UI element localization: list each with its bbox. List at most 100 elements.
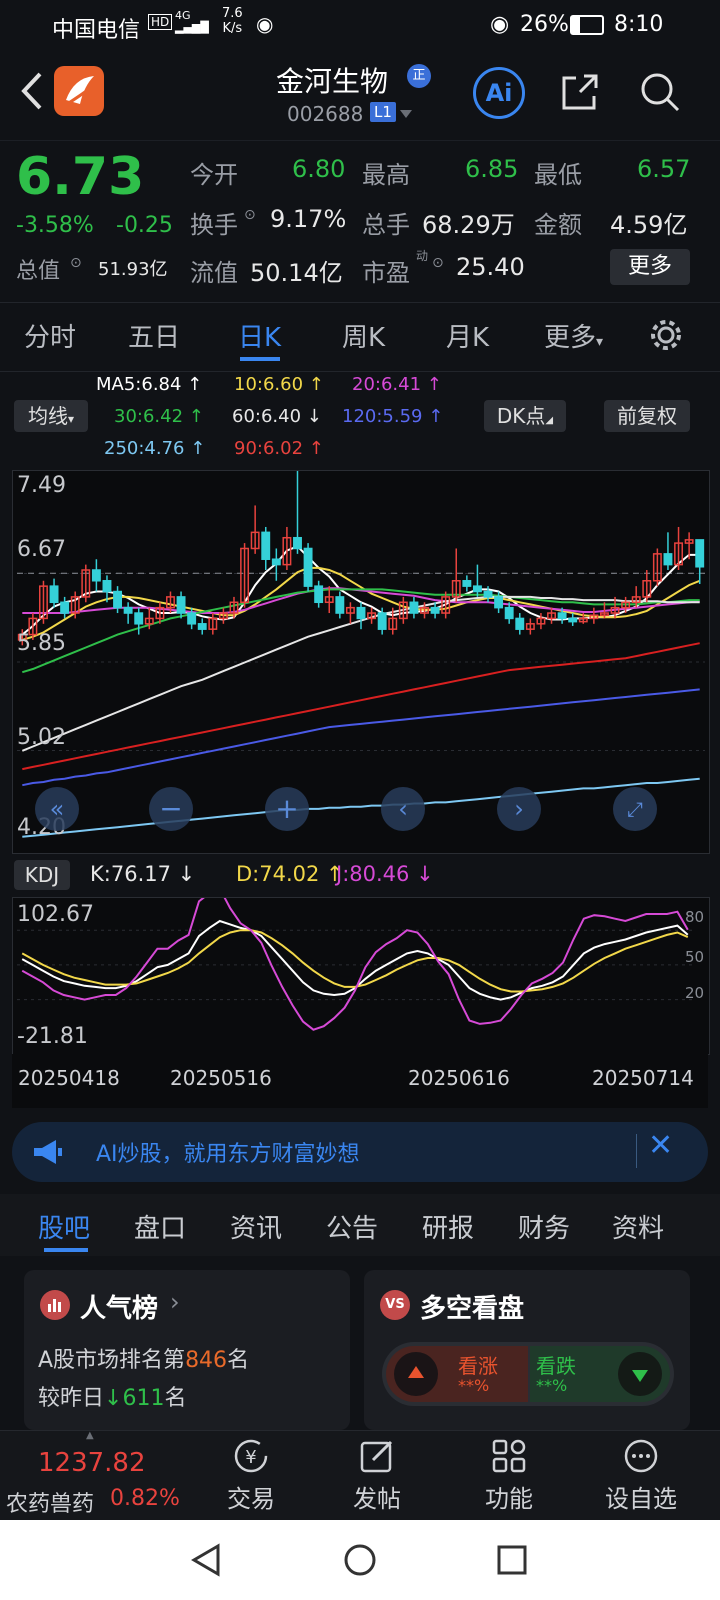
tab-finance[interactable]: 财务 xyxy=(518,1208,570,1245)
y-tick-label: 7.49 xyxy=(17,473,66,498)
candle-body xyxy=(314,585,324,604)
scroll-left-fast-icon[interactable]: « xyxy=(35,787,79,831)
rank-change-line: 较昨日↓611名 xyxy=(38,1386,187,1411)
info-icon[interactable]: ⊙ xyxy=(432,255,444,271)
sector-index-widget[interactable]: ▲ 1237.82 农药兽药 0.82% xyxy=(0,1430,190,1520)
date-tick-label: 20250616 xyxy=(408,1066,510,1090)
search-icon[interactable] xyxy=(638,70,682,114)
chevron-down-icon[interactable] xyxy=(398,108,414,120)
zoom-in-icon[interactable]: + xyxy=(265,787,309,831)
turnover-value: 9.17% xyxy=(270,205,347,233)
y-tick-label: 5.85 xyxy=(17,631,66,656)
candle-body xyxy=(483,590,493,598)
rank-change-value: 611 xyxy=(122,1386,165,1411)
candle-body xyxy=(335,596,345,614)
ai-assistant-button[interactable]: Ai xyxy=(473,67,525,119)
float-label: 流值 xyxy=(190,259,238,287)
candle-body xyxy=(113,590,123,609)
info-icon[interactable]: ⊙ xyxy=(70,255,82,271)
settings-gear-icon[interactable] xyxy=(648,317,684,353)
kdj-d-value: D:74.02 ↑ xyxy=(236,862,344,886)
tab-five-day[interactable]: 五日 xyxy=(128,317,180,354)
sector-index-value: 1237.82 xyxy=(38,1448,146,1478)
system-home-icon[interactable] xyxy=(342,1542,378,1578)
candle-body xyxy=(557,612,567,620)
info-icon[interactable]: ⊙ xyxy=(244,207,256,223)
ma250-line xyxy=(22,777,700,838)
indicator-select-button[interactable]: 均线▾ xyxy=(14,400,88,432)
level-badge[interactable]: L1 xyxy=(370,102,396,122)
date-tick-label: 20250714 xyxy=(592,1066,694,1090)
candle-body xyxy=(695,539,705,568)
tab-daily-k[interactable]: 日K xyxy=(238,317,281,354)
high-value: 6.85 xyxy=(465,155,519,183)
tab-news[interactable]: 资讯 xyxy=(230,1208,282,1245)
kdj-plot xyxy=(17,898,693,1031)
pe-label: 市盈 xyxy=(362,259,410,287)
kdj-indicator-button[interactable]: KDJ xyxy=(14,860,70,890)
nav-post-label: 发帖 xyxy=(353,1485,401,1513)
tab-weekly-k[interactable]: 周K xyxy=(342,317,385,354)
popularity-card[interactable]: 人气榜 › A股市场排名第846名 较昨日↓611名 xyxy=(24,1270,350,1430)
right-tick-label: 50 xyxy=(685,948,705,966)
system-back-icon[interactable] xyxy=(188,1542,224,1578)
app-logo-icon xyxy=(54,66,104,116)
nav-trade[interactable]: ¥ 交易 xyxy=(196,1430,306,1520)
more-dots-icon xyxy=(624,1439,658,1473)
ma60-legend: 60:6.40 ↓ xyxy=(232,406,322,427)
date-axis: 20250418 20250516 20250616 20250714 xyxy=(12,1054,708,1108)
ad-banner[interactable]: AI炒股，就用东方财富妙想 ✕ xyxy=(12,1122,708,1182)
system-navigation-bar xyxy=(0,1520,720,1600)
kdj-chart[interactable]: 102.67 -21.81 80 50 20 xyxy=(12,897,710,1055)
nav-post[interactable]: 发帖 xyxy=(322,1430,432,1520)
grid-apps-icon xyxy=(492,1439,526,1473)
adjust-price-button[interactable]: 前复权 xyxy=(604,400,690,432)
candle-body xyxy=(430,606,440,614)
ma250-legend: 250:4.76 ↑ xyxy=(104,438,206,459)
nav-functions[interactable]: 功能 xyxy=(454,1430,564,1520)
candle-body xyxy=(293,536,302,550)
dk-point-button[interactable]: DK点◢ xyxy=(484,400,566,432)
candle-body xyxy=(504,606,514,620)
candlestick-chart[interactable]: 7.49 6.67 5.85 5.02 4.20 « − + ‹ › ⤢ xyxy=(12,470,710,854)
sentiment-card[interactable]: VS 多空看盘 看涨 **% 看跌 **% xyxy=(364,1270,690,1430)
tab-order-book[interactable]: 盘口 xyxy=(134,1208,186,1245)
tab-more[interactable]: 更多▾ xyxy=(544,317,603,354)
tab-monthly-k[interactable]: 月K xyxy=(446,317,489,354)
more-button[interactable]: 更多 xyxy=(610,249,690,285)
tab-research[interactable]: 研报 xyxy=(422,1208,474,1245)
eye-icon: ◉ xyxy=(490,12,510,37)
tab-forum[interactable]: 股吧 xyxy=(38,1208,90,1245)
tab-profile[interactable]: 资料 xyxy=(612,1208,664,1245)
fullscreen-icon[interactable]: ⤢ xyxy=(613,787,657,831)
current-price: 6.73 xyxy=(16,147,145,207)
right-tick-label: 20 xyxy=(685,984,705,1002)
tab-announcements[interactable]: 公告 xyxy=(326,1208,378,1245)
open-label: 今开 xyxy=(190,161,238,189)
arrow-down-icon: ↓ xyxy=(104,1386,123,1411)
candle-body xyxy=(197,623,207,630)
y-tick-label: 102.67 xyxy=(17,902,94,927)
kdj-d-line xyxy=(21,929,689,993)
stock-name: 金河生物 xyxy=(276,65,389,98)
ma5-legend: MA5:6.84 ↑ xyxy=(96,374,203,395)
candle-body xyxy=(303,547,313,587)
scroll-left-icon[interactable]: ‹ xyxy=(381,787,425,831)
tab-intraday[interactable]: 分时 xyxy=(24,317,76,354)
back-icon[interactable] xyxy=(18,70,44,112)
signal-4g-icon: 4G ▂▄▆█ xyxy=(175,9,209,34)
share-icon[interactable] xyxy=(558,70,602,114)
zoom-out-icon[interactable]: − xyxy=(149,787,193,831)
amount-label: 金额 xyxy=(534,211,582,239)
chevron-right-icon[interactable]: › xyxy=(170,1288,180,1316)
close-icon[interactable]: ✕ xyxy=(648,1128,673,1163)
nav-add-watchlist[interactable]: 设自选 xyxy=(586,1430,696,1520)
date-tick-label: 20250516 xyxy=(170,1066,272,1090)
system-recents-icon[interactable] xyxy=(494,1542,530,1578)
scroll-right-icon[interactable]: › xyxy=(497,787,541,831)
popularity-chart-icon xyxy=(40,1290,70,1320)
bear-vote-button[interactable]: 看跌 **% xyxy=(530,1346,670,1402)
bull-vote-button[interactable]: 看涨 **% xyxy=(386,1346,528,1402)
pe-value: 25.40 xyxy=(456,253,525,281)
bull-value: **% xyxy=(458,1376,490,1395)
